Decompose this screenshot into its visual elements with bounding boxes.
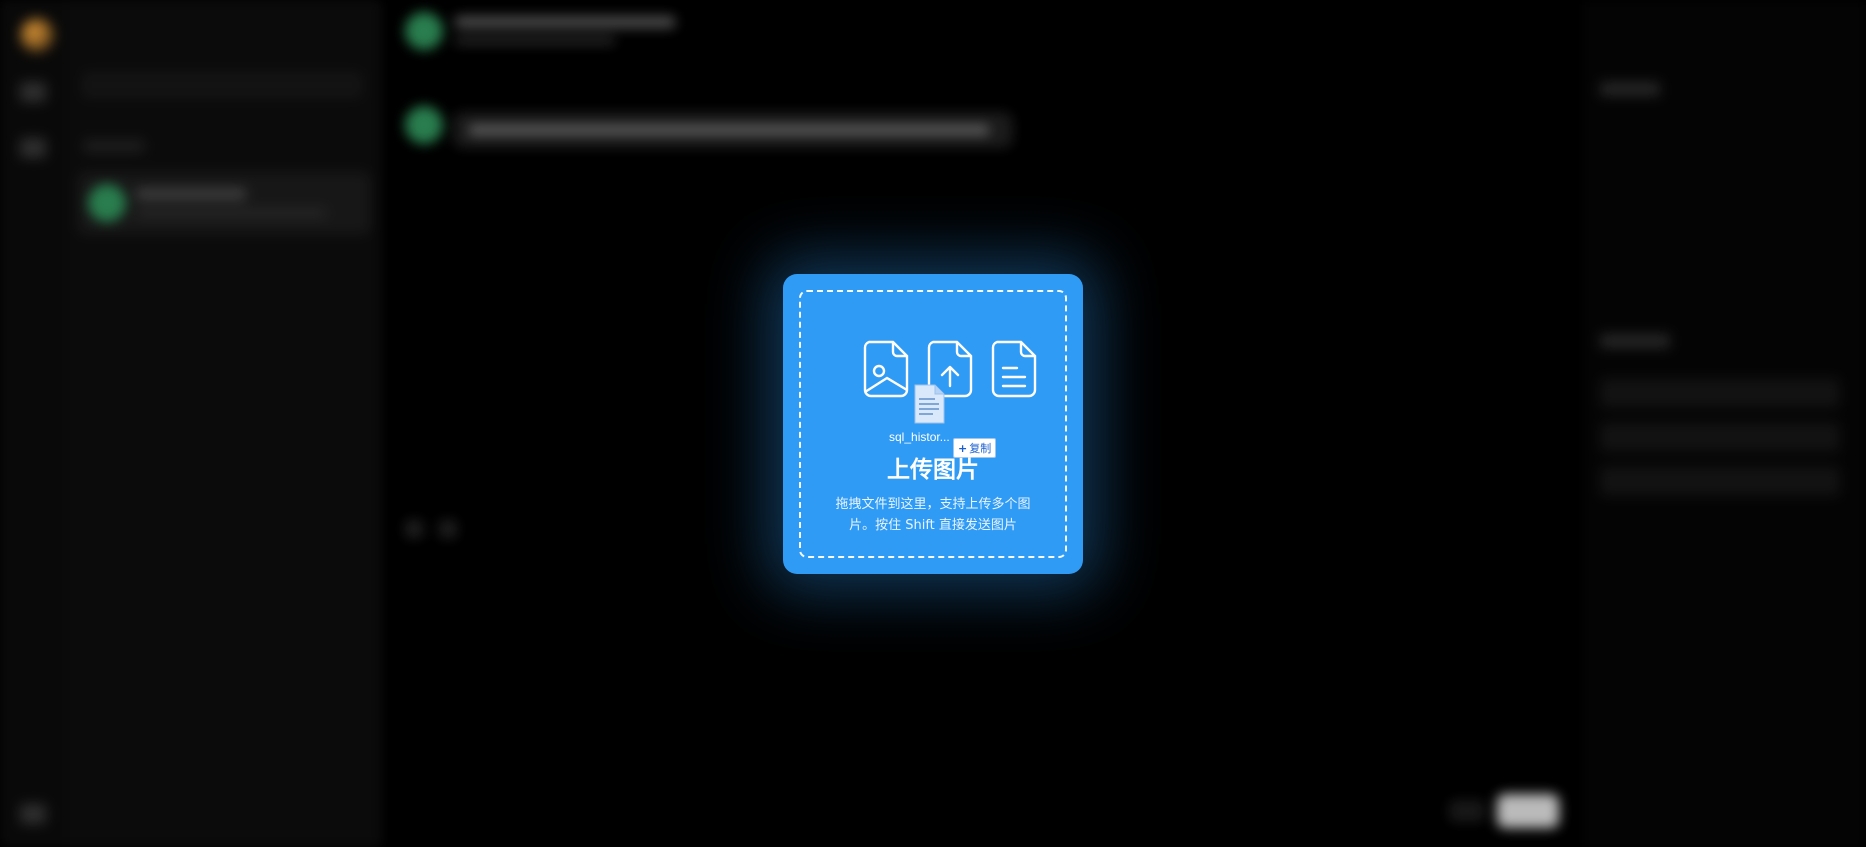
right-panel (1582, 0, 1866, 847)
dropzone-dashed-border: sql_histor... + 复制 上传图片 拖拽文件到这里，支持上传多个图片。… (799, 290, 1067, 558)
message-bubble (453, 112, 1013, 148)
conversation-title (136, 188, 246, 200)
message-avatar (405, 106, 443, 144)
app-logo (20, 18, 54, 52)
right-panel-row[interactable] (1600, 378, 1840, 408)
header-avatar (405, 12, 443, 50)
right-panel-section (1600, 334, 1670, 348)
dropzone-icons (863, 340, 1043, 400)
conversation-sidebar (66, 0, 381, 847)
image-file-icon (863, 340, 909, 398)
right-panel-heading (1600, 82, 1660, 96)
sidebar-search-input[interactable] (82, 72, 362, 98)
header-subtitle (455, 36, 615, 45)
dragged-file-icon (914, 384, 945, 424)
conversation-avatar (88, 184, 126, 222)
input-tool-icon[interactable] (405, 520, 423, 538)
files-nav-icon[interactable] (20, 138, 46, 158)
send-button[interactable] (1497, 794, 1559, 828)
right-panel-row[interactable] (1600, 466, 1840, 496)
settings-nav-icon[interactable] (20, 804, 46, 824)
sidebar-section-label (84, 140, 144, 152)
conversation-item[interactable] (78, 172, 370, 234)
right-panel-row[interactable] (1600, 422, 1840, 452)
conversation-preview (136, 208, 326, 218)
upload-dropzone[interactable]: sql_histor... + 复制 上传图片 拖拽文件到这里，支持上传多个图片。… (783, 274, 1083, 574)
dropzone-description: 拖拽文件到这里，支持上传多个图片。按住 Shift 直接发送图片 (835, 497, 1031, 533)
chat-nav-icon[interactable] (20, 82, 46, 102)
dropzone-title: 上传图片 (887, 457, 979, 483)
text-file-icon (991, 340, 1037, 398)
header-title (455, 16, 675, 28)
input-tool-icon[interactable] (439, 520, 457, 538)
input-option-button[interactable] (1449, 800, 1485, 822)
app-rail (0, 0, 66, 847)
dragged-file-name: sql_histor... (889, 430, 950, 444)
